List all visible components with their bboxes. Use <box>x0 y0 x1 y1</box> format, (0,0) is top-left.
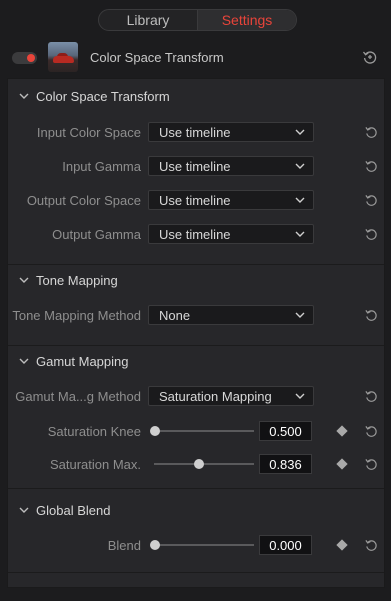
settings-panel: Color Space Transform Input Color Space … <box>7 78 385 588</box>
slider-knob[interactable] <box>150 426 160 436</box>
saturation-knee-label: Saturation Knee <box>47 424 141 439</box>
slider-track <box>154 430 254 432</box>
row-blend: Blend 0.000 <box>8 535 384 557</box>
effect-title: Color Space Transform <box>90 50 224 65</box>
keyframe-diamond-icon[interactable] <box>336 425 348 437</box>
reset-icon[interactable] <box>364 308 379 323</box>
saturation-max-input[interactable]: 0.836 <box>259 454 312 474</box>
output-color-space-select[interactable]: Use timeline <box>148 190 314 210</box>
input-color-space-select[interactable]: Use timeline <box>148 122 314 142</box>
reset-icon[interactable] <box>364 424 379 439</box>
blend-label: Blend <box>107 538 141 553</box>
gamut-mapping-method-label: Gamut Ma...g Method <box>15 389 141 404</box>
output-gamma-label: Output Gamma <box>52 227 141 242</box>
saturation-knee-input[interactable]: 0.500 <box>259 421 312 441</box>
select-value: Use timeline <box>159 192 231 208</box>
slider-knob[interactable] <box>150 540 160 550</box>
reset-icon[interactable] <box>364 125 379 140</box>
section-header-cst[interactable]: Color Space Transform <box>18 86 170 106</box>
input-gamma-select[interactable]: Use timeline <box>148 156 314 176</box>
slider-knob[interactable] <box>194 459 205 469</box>
saturation-max-slider[interactable] <box>150 454 254 474</box>
row-gamut-mapping-method: Gamut Ma...g Method Saturation Mapping <box>8 386 384 408</box>
blend-input[interactable]: 0.000 <box>259 535 312 555</box>
chevron-down-icon <box>295 129 305 135</box>
row-saturation-knee: Saturation Knee 0.500 <box>8 421 384 443</box>
chevron-down-icon <box>19 93 29 99</box>
reset-icon[interactable] <box>364 227 379 242</box>
chevron-down-icon <box>19 277 29 283</box>
select-value: Use timeline <box>159 124 231 140</box>
row-input-gamma: Input Gamma Use timeline <box>8 156 384 178</box>
chevron-down-icon <box>295 231 305 237</box>
slider-track <box>154 544 254 546</box>
saturation-max-label: Saturation Max. <box>49 457 141 472</box>
tab-library[interactable]: Library <box>99 10 197 30</box>
tab-bar: Library Settings <box>98 9 297 31</box>
section-global-blend: Global Blend Blend 0.000 <box>8 488 384 572</box>
tone-mapping-method-label: Tone Mapping Method <box>12 308 141 323</box>
keyframe-diamond-icon[interactable] <box>336 539 348 551</box>
chevron-down-icon <box>19 507 29 513</box>
gamut-mapping-method-select[interactable]: Saturation Mapping <box>148 386 314 406</box>
select-value: None <box>159 307 191 323</box>
reset-icon[interactable] <box>364 193 379 208</box>
chevron-down-icon <box>19 358 29 364</box>
tone-mapping-method-select[interactable]: None <box>148 305 314 325</box>
select-value: Saturation Mapping <box>159 388 272 404</box>
section-title: Tone Mapping <box>36 272 118 288</box>
section-header-blend[interactable]: Global Blend <box>18 500 110 520</box>
select-value: Use timeline <box>159 158 231 174</box>
panel-footer <box>8 572 384 587</box>
section-gamut-mapping: Gamut Mapping Gamut Ma...g Method Satura… <box>8 345 384 488</box>
input-color-space-label: Input Color Space <box>36 125 141 140</box>
row-tone-mapping-method: Tone Mapping Method None <box>8 305 384 327</box>
effect-thumbnail <box>48 42 78 72</box>
row-output-gamma: Output Gamma Use timeline <box>8 224 384 246</box>
tab-settings[interactable]: Settings <box>197 10 296 30</box>
chevron-down-icon <box>295 197 305 203</box>
chevron-down-icon <box>295 163 305 169</box>
section-header-gamut[interactable]: Gamut Mapping <box>18 351 129 371</box>
chevron-down-icon <box>295 312 305 318</box>
chevron-down-icon <box>295 393 305 399</box>
section-title: Gamut Mapping <box>36 353 129 369</box>
effect-enable-toggle[interactable] <box>12 52 37 64</box>
section-header-tone[interactable]: Tone Mapping <box>18 270 118 290</box>
reset-icon[interactable] <box>364 538 379 553</box>
section-color-space-transform: Color Space Transform Input Color Space … <box>8 79 384 264</box>
section-title: Global Blend <box>36 502 111 518</box>
section-title: Color Space Transform <box>36 88 170 104</box>
input-gamma-label: Input Gamma <box>62 159 141 174</box>
section-tone-mapping: Tone Mapping Tone Mapping Method None <box>8 264 384 345</box>
output-gamma-select[interactable]: Use timeline <box>148 224 314 244</box>
toggle-indicator <box>27 54 35 62</box>
reset-icon[interactable] <box>364 159 379 174</box>
row-saturation-max: Saturation Max. 0.836 <box>8 454 384 476</box>
saturation-knee-slider[interactable] <box>150 421 254 441</box>
output-color-space-label: Output Color Space <box>26 193 141 208</box>
keyframe-diamond-icon[interactable] <box>336 458 348 470</box>
blend-slider[interactable] <box>150 535 254 555</box>
row-output-color-space: Output Color Space Use timeline <box>8 190 384 212</box>
reset-icon[interactable] <box>364 457 379 472</box>
reset-icon[interactable] <box>364 389 379 404</box>
reset-all-icon[interactable] <box>362 49 378 65</box>
effect-header: Color Space Transform <box>0 40 391 76</box>
row-input-color-space: Input Color Space Use timeline <box>8 122 384 144</box>
select-value: Use timeline <box>159 226 231 242</box>
